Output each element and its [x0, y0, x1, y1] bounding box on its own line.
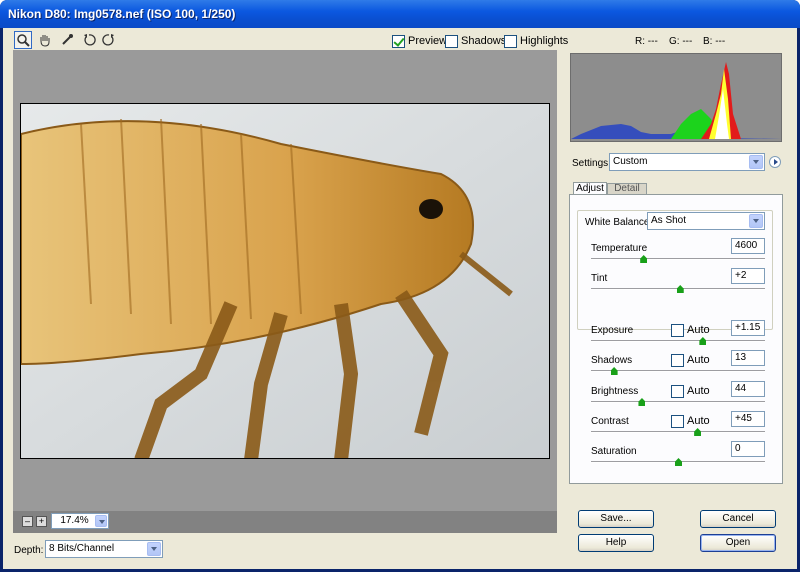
preview-checkbox[interactable]: Preview — [392, 34, 447, 48]
slider-knob[interactable] — [675, 458, 682, 466]
slider-track — [591, 340, 765, 342]
save-button[interactable]: Save... — [578, 510, 654, 528]
rotate-left-icon[interactable] — [80, 31, 98, 49]
histogram — [570, 53, 782, 142]
tint-input[interactable]: +2 — [731, 268, 765, 284]
red-readout: R: --- — [635, 36, 658, 47]
blue-readout: B: --- — [703, 36, 726, 47]
settings-select[interactable]: Custom — [609, 153, 765, 171]
chevron-down-icon[interactable] — [95, 515, 107, 527]
brightness-input[interactable]: 44 — [731, 381, 765, 397]
slider-knob[interactable] — [638, 398, 646, 406]
temperature-label: Temperature — [591, 243, 648, 254]
white-balance-value: As Shot — [651, 215, 687, 226]
preview-canvas[interactable] — [13, 50, 557, 530]
contrast-label: Contrast — [591, 416, 629, 427]
preview-label: Preview — [408, 35, 448, 47]
slider-track — [591, 401, 765, 403]
zoom-select[interactable]: 17.4% — [51, 513, 109, 529]
settings-label: Settings: — [572, 158, 611, 169]
window-title: Nikon D80: Img0578.nef (ISO 100, 1/250) — [0, 0, 800, 28]
contrast-slider[interactable] — [591, 428, 765, 438]
saturation-slider[interactable] — [591, 458, 765, 468]
brightness-auto-box[interactable] — [671, 384, 684, 398]
rotate-right-icon[interactable] — [100, 31, 118, 49]
slider-knob[interactable] — [610, 367, 618, 375]
shadows-input[interactable]: 13 — [731, 350, 765, 366]
preview-image — [20, 103, 550, 459]
white-balance-select[interactable]: As Shot — [647, 212, 765, 230]
exposure-input[interactable]: +1.15 — [731, 320, 765, 336]
preview-check-box[interactable] — [392, 34, 405, 48]
shadows-auto-checkbox[interactable]: Auto — [671, 353, 710, 367]
tint-label: Tint — [591, 273, 608, 284]
shadows-slider[interactable] — [591, 367, 765, 377]
contrast-auto-box[interactable] — [671, 414, 684, 428]
brightness-slider[interactable] — [591, 398, 765, 408]
highlights-check-box[interactable] — [504, 34, 517, 48]
temperature-input[interactable]: 4600 — [731, 238, 765, 254]
contrast-input[interactable]: +45 — [731, 411, 765, 427]
zoom-icon[interactable] — [14, 31, 32, 49]
contrast-auto-checkbox[interactable]: Auto — [671, 414, 710, 428]
tab-detail[interactable]: Detail — [607, 183, 647, 194]
highlights-label: Highlights — [520, 35, 569, 47]
shadows-auto-label: Auto — [687, 354, 710, 366]
saturation-label: Saturation — [591, 446, 637, 457]
arrow-right-icon — [774, 159, 781, 165]
exposure-label: Exposure — [591, 325, 634, 336]
depth-value: 8 Bits/Channel — [49, 543, 115, 554]
slider-knob[interactable] — [676, 285, 684, 293]
zoom-in-button[interactable]: + — [36, 516, 47, 527]
dialog-client: Preview Shadows Highlights R: --- G: ---… — [3, 28, 797, 569]
shadows-auto-box[interactable] — [671, 353, 684, 367]
zoom-bar: – + 17.4% — [13, 511, 557, 533]
help-button[interactable]: Help — [578, 534, 654, 552]
shadows-label: Shadows — [591, 355, 633, 366]
chevron-down-icon[interactable] — [749, 155, 763, 169]
slider-knob[interactable] — [640, 255, 648, 263]
chevron-down-icon[interactable] — [749, 214, 763, 228]
depth-label: Depth: — [14, 545, 44, 556]
highlights-checkbox[interactable]: Highlights — [504, 34, 568, 48]
slider-track — [591, 431, 765, 433]
slider-knob[interactable] — [699, 337, 707, 345]
exposure-auto-label: Auto — [687, 324, 710, 336]
brightness-auto-label: Auto — [687, 385, 710, 397]
white-balance-label: White Balance: — [583, 217, 655, 228]
eyedropper-icon[interactable] — [58, 31, 76, 49]
green-readout: G: --- — [669, 36, 693, 47]
depth-select[interactable]: 8 Bits/Channel — [45, 540, 163, 558]
slider-track — [591, 258, 765, 260]
raw-dialog-window: Nikon D80: Img0578.nef (ISO 100, 1/250) … — [0, 0, 800, 572]
slider-knob[interactable] — [694, 428, 702, 436]
open-button[interactable]: Open — [700, 534, 776, 552]
chevron-down-icon[interactable] — [147, 542, 161, 556]
settings-value: Custom — [613, 156, 648, 167]
exposure-slider[interactable] — [591, 337, 765, 347]
shadows-checkbox[interactable]: Shadows — [445, 34, 506, 48]
tint-slider[interactable] — [591, 285, 765, 295]
temperature-slider[interactable] — [591, 255, 765, 265]
cancel-button[interactable]: Cancel — [700, 510, 776, 528]
exposure-auto-box[interactable] — [671, 323, 684, 337]
adjust-panel: White Balance: As Shot Temperature 4600 … — [569, 194, 783, 484]
zoom-out-button[interactable]: – — [22, 516, 33, 527]
shadows-check-box[interactable] — [445, 34, 458, 48]
hand-icon[interactable] — [36, 31, 54, 49]
shadows-label: Shadows — [461, 35, 507, 47]
settings-menu-button[interactable] — [769, 156, 781, 168]
exposure-auto-checkbox[interactable]: Auto — [671, 323, 710, 337]
brightness-label: Brightness — [591, 386, 639, 397]
saturation-input[interactable]: 0 — [731, 441, 765, 457]
contrast-auto-label: Auto — [687, 415, 710, 427]
brightness-auto-checkbox[interactable]: Auto — [671, 384, 710, 398]
